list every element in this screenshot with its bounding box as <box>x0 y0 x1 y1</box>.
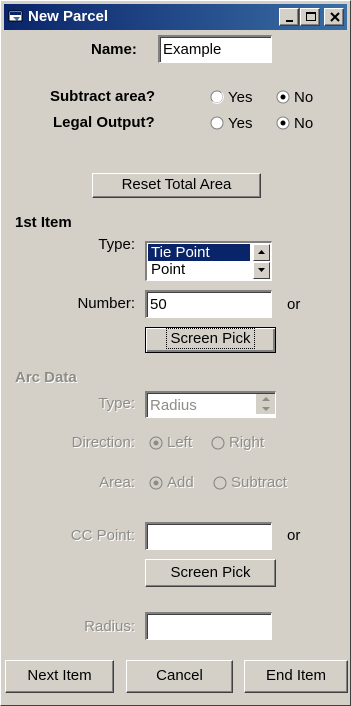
subtract-area-no-label: No <box>294 89 314 106</box>
item-or-text: or <box>287 296 301 313</box>
list-scroll-down-button[interactable] <box>253 262 270 279</box>
title-bar[interactable]: New Parcel <box>4 4 347 30</box>
maximize-button[interactable] <box>300 8 320 26</box>
item-type-list[interactable]: Tie Point Point <box>145 241 272 281</box>
direction-right-label: Right <box>229 434 265 451</box>
list-scroll-up-button[interactable] <box>253 244 270 261</box>
reset-total-area-button[interactable]: Reset Total Area <box>92 173 261 198</box>
subtract-area-yes-label: Yes <box>228 89 253 106</box>
item-type-option-tie-point[interactable]: Tie Point <box>148 244 250 261</box>
name-input[interactable]: Example <box>158 35 272 63</box>
legal-output-no-label: No <box>294 115 314 132</box>
close-button[interactable] <box>324 8 344 26</box>
subtract-area-yes-radio[interactable] <box>210 90 224 104</box>
direction-left-label: Left <box>167 434 193 451</box>
name-label: Name: <box>91 41 137 58</box>
legal-output-yes-radio[interactable] <box>210 116 224 130</box>
spinner-arrows-icon <box>256 394 275 414</box>
item-number-label: Number: <box>77 295 135 312</box>
first-item-heading: 1st Item <box>15 214 72 231</box>
next-item-button[interactable]: Next Item <box>5 660 114 693</box>
item-screen-pick-label: Screen Pick <box>166 328 255 349</box>
arc-type-value: Radius <box>150 397 197 414</box>
subtract-area-no-radio[interactable] <box>276 90 290 104</box>
item-screen-pick-button[interactable]: Screen Pick <box>145 327 276 353</box>
direction-right-radio[interactable] <box>211 436 225 450</box>
minimize-icon <box>286 20 293 22</box>
cancel-button[interactable]: Cancel <box>126 660 233 693</box>
parcel-app-icon <box>8 8 24 24</box>
arc-data-heading: Arc Data <box>15 369 77 386</box>
arc-type-label: Type: <box>98 395 135 412</box>
legal-output-yes-label: Yes <box>228 115 253 132</box>
close-icon <box>330 12 340 22</box>
area-label: Area: <box>99 474 135 491</box>
maximize-icon <box>306 12 316 21</box>
area-add-label: Add <box>167 474 194 491</box>
cc-point-input[interactable] <box>145 522 272 550</box>
radius-input[interactable] <box>145 612 272 640</box>
cc-point-or-text: or <box>287 527 301 544</box>
area-add-radio[interactable] <box>149 476 163 490</box>
cc-point-label: CC Point: <box>70 527 135 544</box>
area-subtract-radio[interactable] <box>213 476 227 490</box>
area-subtract-label: Subtract <box>231 474 287 491</box>
radius-label: Radius: <box>84 618 135 635</box>
legal-output-no-radio[interactable] <box>276 116 290 130</box>
item-number-input[interactable]: 50 <box>145 290 272 318</box>
subtract-area-label: Subtract area? <box>50 88 156 105</box>
minimize-button[interactable] <box>279 8 299 26</box>
direction-label: Direction: <box>71 434 135 451</box>
legal-output-label: Legal Output? <box>53 114 155 131</box>
arc-type-spinner[interactable]: Radius <box>145 391 276 418</box>
end-item-button[interactable]: End Item <box>244 660 348 693</box>
direction-left-radio[interactable] <box>149 436 163 450</box>
scroll-up-arrow-icon <box>258 250 265 254</box>
cc-point-screen-pick-button[interactable]: Screen Pick <box>145 559 276 587</box>
item-type-label: Type: <box>98 236 135 253</box>
new-parcel-window: New Parcel Name: Example Subtract area? … <box>0 0 351 706</box>
scroll-down-arrow-icon <box>258 268 265 272</box>
window-title: New Parcel <box>28 8 109 25</box>
item-type-option-point[interactable]: Point <box>148 261 250 278</box>
